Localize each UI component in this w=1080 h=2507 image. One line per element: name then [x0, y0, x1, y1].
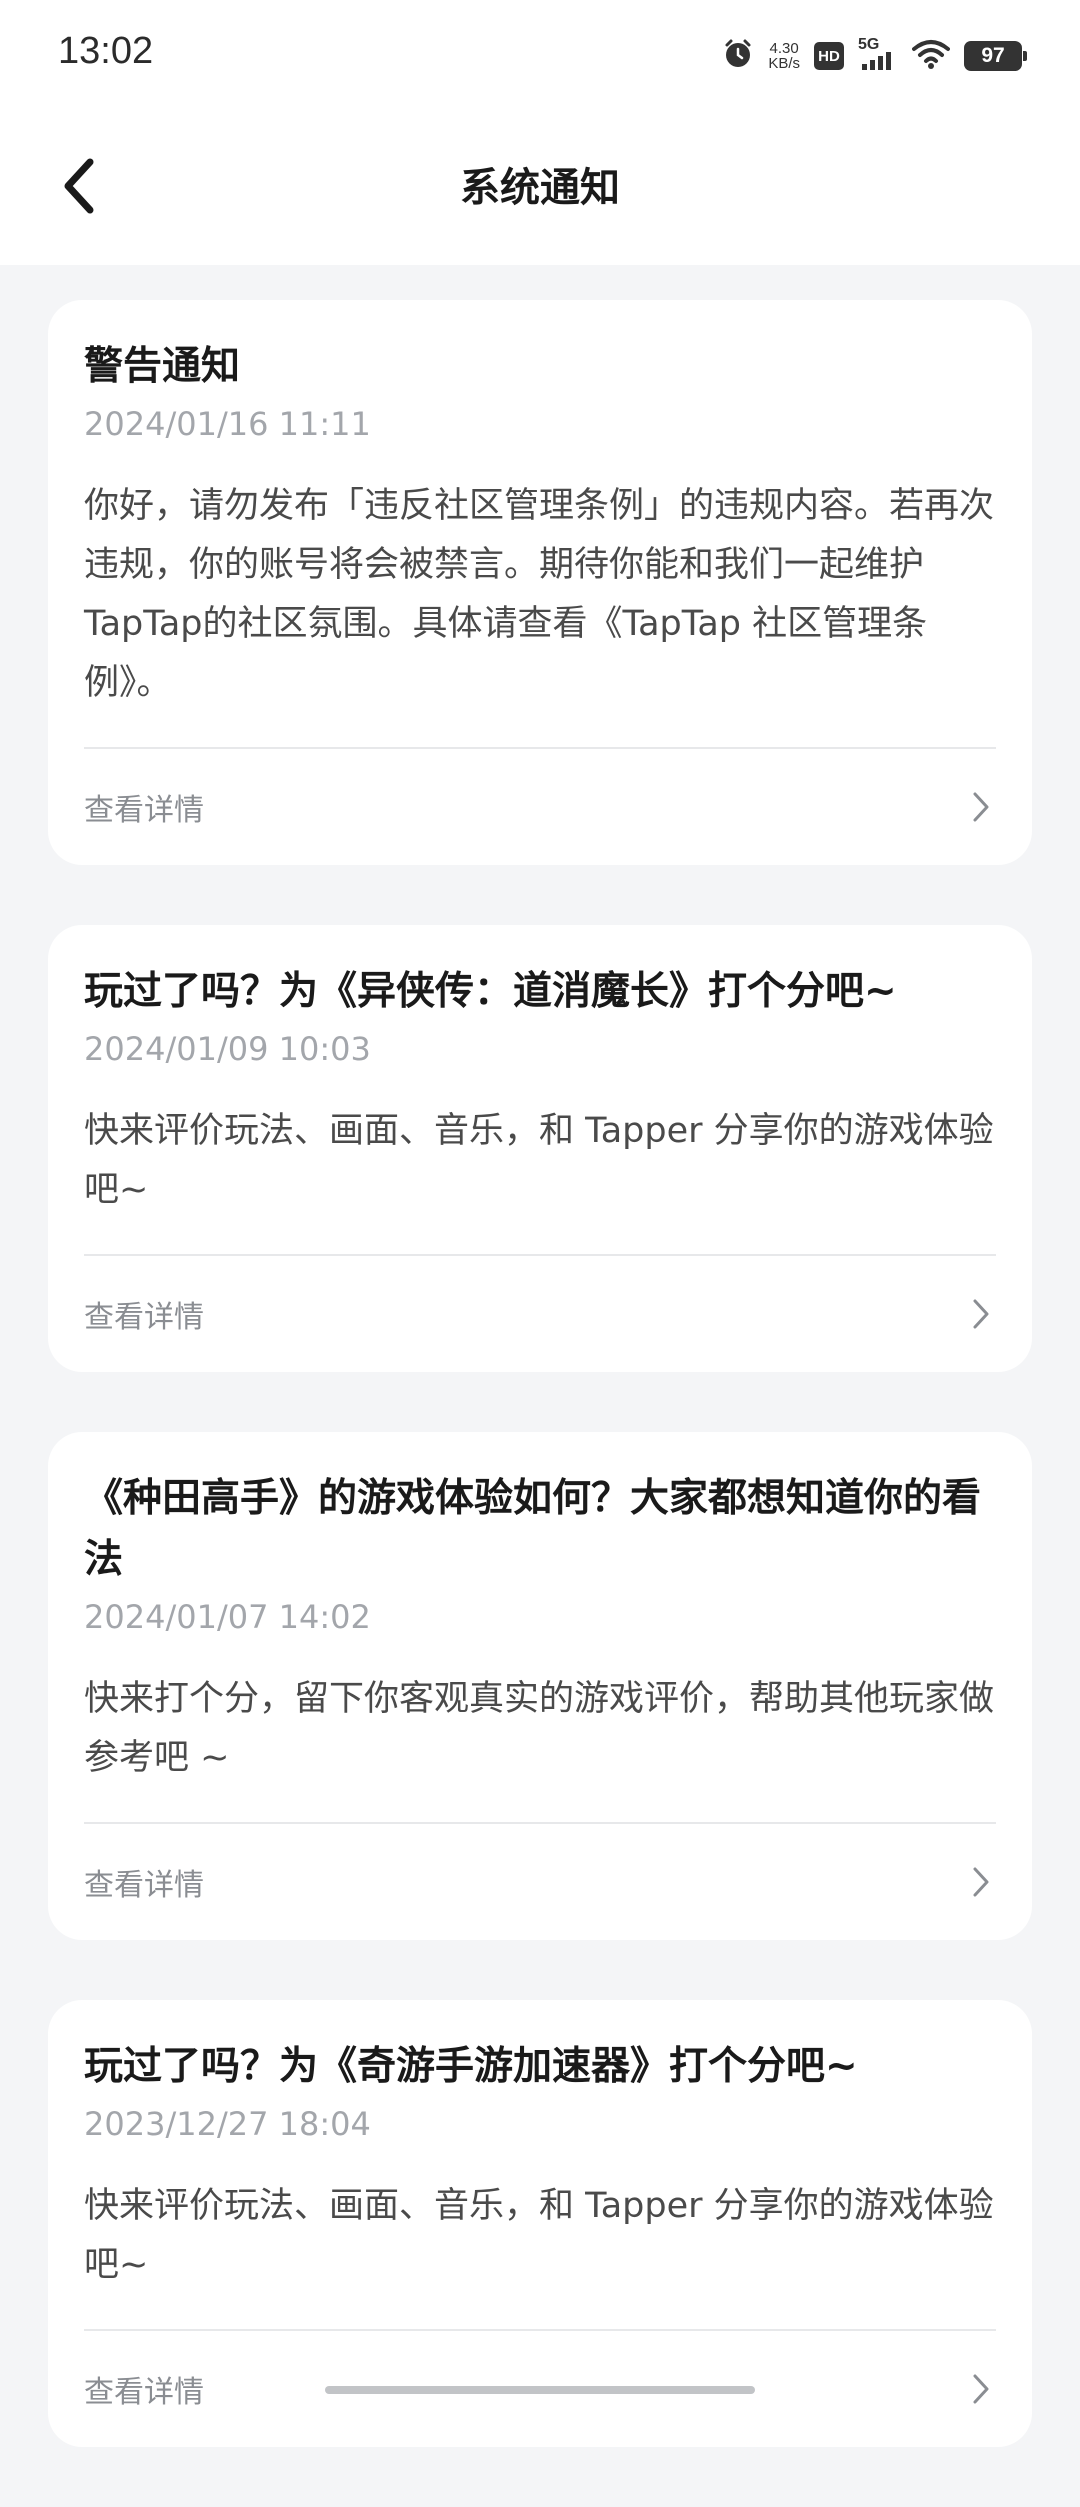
notification-card[interactable]: 警告通知 2024/01/16 11:11 你好，请勿发布「违反社区管理条例」的…: [48, 300, 1032, 865]
chevron-right-icon: [966, 792, 996, 822]
view-details-link[interactable]: 查看详情: [84, 2367, 204, 2411]
notification-list[interactable]: 警告通知 2024/01/16 11:11 你好，请勿发布「违反社区管理条例」的…: [48, 300, 1032, 2507]
chevron-right-icon: [966, 1867, 996, 1897]
notification-body: 快来打个分，留下你客观真实的游戏评价，帮助其他玩家做参考吧 ~: [84, 1679, 995, 1778]
notification-body: 快来评价玩法、画面、音乐，和 Tapper 分享你的游戏体验吧~: [84, 2186, 994, 2285]
notification-card[interactable]: 玩过了吗？为《奇游手游加速器》打个分吧~ 2023/12/27 18:04 快来…: [48, 2000, 1032, 2447]
view-details-link[interactable]: 查看详情: [84, 785, 204, 829]
view-details-row[interactable]: 查看详情: [84, 1824, 996, 1940]
view-details-row[interactable]: 查看详情: [84, 1256, 996, 1372]
wifi-icon: [912, 38, 950, 74]
notification-card[interactable]: 《种田高手》的游戏体验如何？大家都想知道你的看法 2024/01/07 14:0…: [48, 1432, 1032, 1940]
status-bar: 13:02 4.30 KB/s HD 5G 97: [0, 0, 1080, 115]
notification-date: 2024/01/09 10:03: [84, 1030, 371, 1068]
signal-bars-icon: 5G: [858, 36, 898, 72]
notification-title: 玩过了吗？为《奇游手游加速器》打个分吧~: [84, 2044, 858, 2089]
battery-indicator: 97: [964, 41, 1027, 71]
status-time: 13:02: [58, 30, 154, 72]
network-speed-value: 4.30: [769, 40, 799, 57]
home-indicator[interactable]: [325, 2386, 755, 2394]
notification-body: 快来评价玩法、画面、音乐，和 Tapper 分享你的游戏体验吧~: [84, 1111, 994, 1210]
page-title: 系统通知: [460, 165, 620, 211]
notification-body: 你好，请勿发布「违反社区管理条例」的违规内容。若再次违规，你的账号将会被禁言。期…: [84, 486, 995, 703]
network-speed: 4.30 KB/s: [768, 41, 800, 71]
view-details-row[interactable]: 查看详情: [84, 749, 996, 865]
app-header: 系统通知: [0, 115, 1080, 265]
notification-date: 2024/01/07 14:02: [84, 1598, 371, 1636]
notification-date: 2024/01/16 11:11: [84, 405, 371, 443]
notification-title: 《种田高手》的游戏体验如何？大家都想知道你的看法: [84, 1476, 982, 1582]
view-details-link[interactable]: 查看详情: [84, 1860, 204, 1904]
notification-title: 警告通知: [84, 344, 241, 389]
notification-card[interactable]: 玩过了吗？为《异侠传：道消魔长》打个分吧~ 2024/01/09 10:03 快…: [48, 925, 1032, 1372]
status-icons: 4.30 KB/s HD 5G 97: [722, 36, 1027, 76]
network-speed-unit: KB/s: [768, 55, 800, 72]
notification-title: 玩过了吗？为《异侠传：道消魔长》打个分吧~: [84, 969, 897, 1014]
chevron-right-icon: [966, 1299, 996, 1329]
view-details-link[interactable]: 查看详情: [84, 1292, 204, 1336]
notification-date: 2023/12/27 18:04: [84, 2105, 371, 2143]
hd-badge: HD: [814, 42, 844, 70]
alarm-icon: [722, 38, 754, 74]
